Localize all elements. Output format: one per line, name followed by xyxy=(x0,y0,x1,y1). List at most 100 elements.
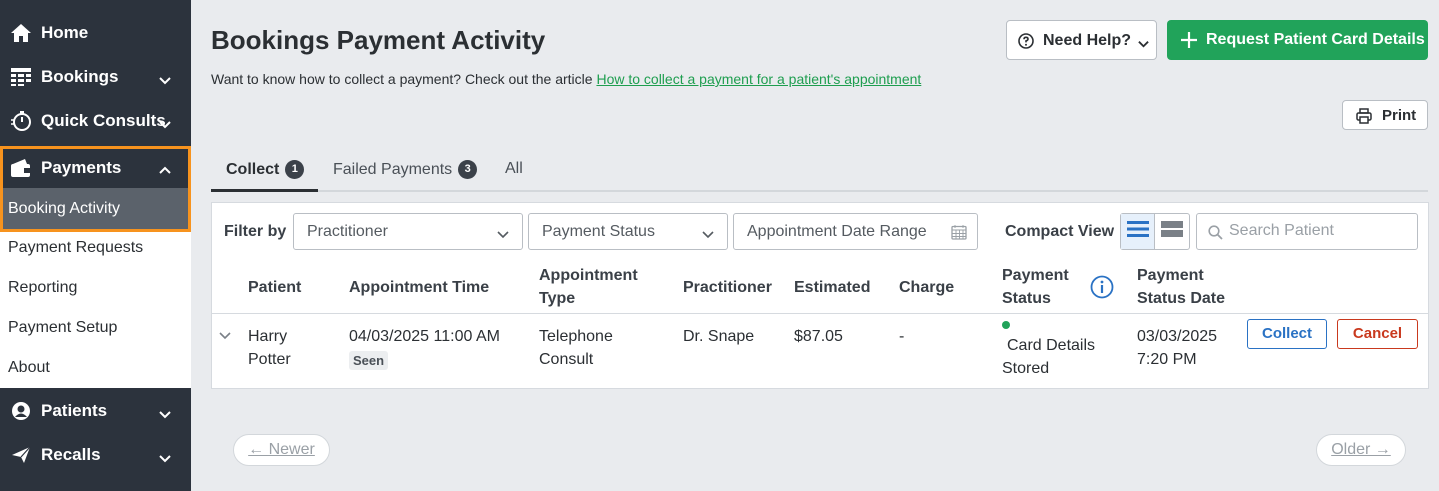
page-title: Bookings Payment Activity xyxy=(211,25,546,55)
wallet-icon xyxy=(10,157,32,179)
practitioner-dropdown[interactable]: Practitioner xyxy=(293,213,523,250)
status-badge: Seen xyxy=(349,351,389,370)
sidebar-item-label: Recalls xyxy=(41,445,101,464)
cell-appointment-type: Telephone Consult xyxy=(539,325,613,371)
column-header-estimated[interactable]: Estimated xyxy=(794,276,870,299)
status-date: 03/03/2025 xyxy=(1137,328,1218,345)
sidebar-item-patients[interactable]: Patients xyxy=(0,389,191,433)
search-patient-input[interactable] xyxy=(1229,222,1409,240)
date-range-picker[interactable]: Appointment Date Range xyxy=(733,213,978,250)
payment-status-dropdown[interactable]: Payment Status xyxy=(528,213,728,250)
chevron-down-icon xyxy=(497,227,509,239)
print-button[interactable]: Print xyxy=(1342,100,1428,130)
newer-page-button[interactable]: ← Newer xyxy=(233,434,330,466)
column-header-charge[interactable]: Charge xyxy=(899,276,954,299)
payment-status-line: Stored xyxy=(1002,360,1050,377)
calendar-grid-icon xyxy=(10,66,32,88)
chevron-down-icon xyxy=(159,449,171,463)
subtitle-text: Want to know how to collect a payment? C… xyxy=(211,71,597,87)
view-toggle xyxy=(1120,213,1190,250)
chevron-up-icon xyxy=(159,162,171,174)
column-header-line: Type xyxy=(539,290,576,307)
stopwatch-icon xyxy=(10,110,32,132)
sidebar-subitem-booking-activity[interactable]: Booking Activity xyxy=(3,188,188,229)
table-header-divider xyxy=(212,313,1428,314)
sidebar-item-home[interactable]: Home xyxy=(0,11,191,55)
help-article-link[interactable]: How to collect a payment for a patient's… xyxy=(596,71,921,87)
chevron-down-icon xyxy=(159,405,171,419)
sidebar-item-quick-consults[interactable]: Quick Consults xyxy=(0,99,191,143)
appointment-datetime: 04/03/2025 11:00 AM xyxy=(349,328,500,345)
column-header-appointment-time[interactable]: Appointment Time xyxy=(349,276,489,299)
chevron-down-icon xyxy=(159,115,171,129)
sidebar-subitem-payment-setup[interactable]: Payment Setup xyxy=(8,319,117,337)
count-badge: 3 xyxy=(458,160,478,179)
info-icon[interactable] xyxy=(1090,275,1114,299)
column-header-line: Payment xyxy=(1137,267,1204,284)
appointment-type-line: Telephone xyxy=(539,328,613,345)
tab-label: Failed Payments xyxy=(333,160,453,178)
cell-appointment-time: 04/03/2025 11:00 AM Seen xyxy=(349,325,500,372)
tab-bar: Collect 1 Failed Payments 3 All xyxy=(211,150,1428,192)
status-dot-wrap xyxy=(1002,321,1095,334)
older-page-button[interactable]: Older → xyxy=(1316,434,1406,466)
need-help-button[interactable]: Need Help? xyxy=(1006,20,1157,60)
search-icon xyxy=(1208,225,1223,240)
dropdown-value: Practitioner xyxy=(307,223,388,240)
status-time: 7:20 PM xyxy=(1137,351,1197,368)
cell-charge: - xyxy=(899,328,905,345)
print-label: Print xyxy=(1382,107,1417,124)
chevron-down-icon xyxy=(159,71,171,85)
printer-icon xyxy=(1356,108,1372,124)
tab-collect[interactable]: Collect 1 xyxy=(226,160,305,179)
column-header-line: Status xyxy=(1002,290,1051,307)
question-circle-icon xyxy=(1018,33,1034,49)
cell-practitioner: Dr. Snape xyxy=(683,328,755,345)
appointment-type-line: Consult xyxy=(539,351,594,368)
dropdown-value: Payment Status xyxy=(542,223,655,240)
comfortable-view-button[interactable] xyxy=(1121,214,1156,249)
chevron-down-icon xyxy=(1138,36,1149,48)
cell-patient: Harry Potter xyxy=(248,325,291,371)
paper-plane-icon xyxy=(10,444,32,466)
cell-payment-status: Card Details Stored xyxy=(1002,321,1095,380)
column-header-practitioner[interactable]: Practitioner xyxy=(683,276,772,299)
filter-label: Filter by xyxy=(224,223,287,240)
tab-all[interactable]: All xyxy=(505,160,523,178)
cancel-button[interactable]: Cancel xyxy=(1337,319,1418,349)
collect-button[interactable]: Collect xyxy=(1247,319,1327,349)
compact-view-label: Compact View xyxy=(1005,223,1115,240)
sidebar-item-recalls[interactable]: Recalls xyxy=(0,433,191,477)
sidebar-subitem-payment-requests[interactable]: Payment Requests xyxy=(8,239,143,257)
cell-status-date: 03/03/2025 7:20 PM xyxy=(1137,325,1217,371)
column-header-line: Status Date xyxy=(1137,290,1226,307)
count-badge: 1 xyxy=(285,160,305,179)
expand-row-chevron-icon[interactable] xyxy=(219,329,231,341)
page-subtitle: Want to know how to collect a payment? C… xyxy=(211,71,921,87)
column-header-appointment-type[interactable]: Appointment Type xyxy=(539,264,638,310)
sidebar-item-label: Home xyxy=(41,23,89,42)
tab-failed-payments[interactable]: Failed Payments 3 xyxy=(333,160,478,179)
sidebar: Home Bookings Quick Consults Payments Bo… xyxy=(0,0,191,491)
patient-first-name: Harry xyxy=(248,328,288,345)
sidebar-subitem-about[interactable]: About xyxy=(8,359,50,377)
payments-group-highlight: Payments Booking Activity xyxy=(0,146,191,232)
sidebar-item-label: Quick Consults xyxy=(41,111,166,130)
list-view-icon xyxy=(1126,220,1149,243)
sidebar-item-bookings[interactable]: Bookings xyxy=(0,55,191,99)
sidebar-item-label: Payments xyxy=(41,158,122,177)
compact-view-button[interactable] xyxy=(1155,214,1189,249)
column-header-patient[interactable]: Patient xyxy=(248,276,301,299)
column-header-payment-status[interactable]: Payment Status xyxy=(1002,264,1069,310)
sidebar-item-payments[interactable]: Payments xyxy=(3,149,188,187)
column-header-line: Appointment xyxy=(539,267,638,284)
cell-estimated: $87.05 xyxy=(794,328,843,345)
request-card-details-label: Request Patient Card Details xyxy=(1206,31,1425,48)
request-card-details-button[interactable]: Request Patient Card Details xyxy=(1167,20,1428,60)
chevron-down-icon xyxy=(702,227,714,239)
column-header-status-date[interactable]: Payment Status Date xyxy=(1137,264,1225,310)
sidebar-subitem-reporting[interactable]: Reporting xyxy=(8,279,77,297)
compact-list-icon xyxy=(1161,220,1183,243)
payment-status-line: Card Details xyxy=(1007,337,1096,354)
payments-panel: Filter by Practitioner Payment Status Ap… xyxy=(211,202,1429,389)
